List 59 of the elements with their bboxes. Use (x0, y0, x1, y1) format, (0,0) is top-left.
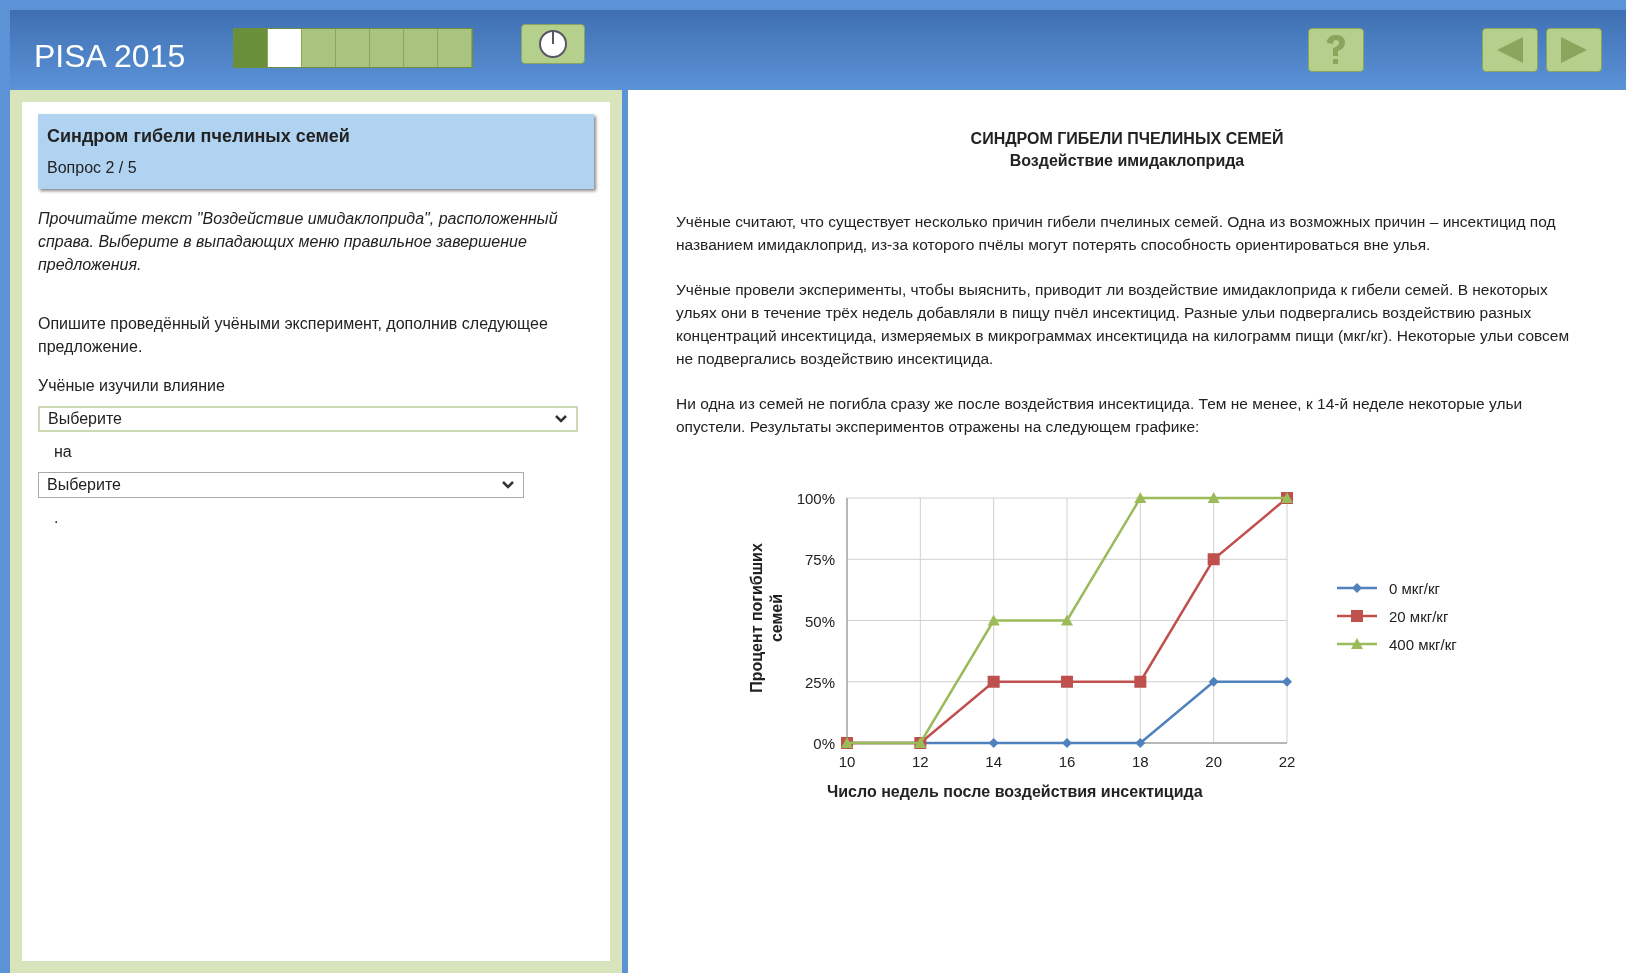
prompt-text: Опишите проведённый учёными эксперимент, дополнив следующее предложение. (38, 314, 549, 357)
legend-label: 0 мкг/кг (1389, 579, 1441, 599)
point (1061, 675, 1073, 688)
app-title: PISA 2015 (34, 37, 186, 76)
point (1135, 738, 1146, 748)
article-paragraph: Ни одна из семей не погибла сразу же после воздействия инсектицида. Тем не менее, к 14-й неделе некоторые ульи опустели. Результаты экспериментов отражены на следующем графике: (676, 394, 1524, 437)
x-axis-title: Число недель после воздействия инсектицида (827, 782, 1203, 802)
y-tick-label: 25% (803, 672, 835, 693)
point (987, 675, 1000, 688)
x-tick-label: 20 (1204, 752, 1223, 772)
question-number: Вопрос 2 / 5 (47, 158, 138, 178)
point (1134, 675, 1147, 688)
point (1207, 553, 1220, 566)
chevron-down-icon (554, 414, 568, 424)
point (987, 614, 1000, 626)
legend-swatch-icon (1337, 610, 1377, 622)
y-axis-title: Процент погибших семей (747, 542, 786, 695)
dropdown[interactable]: Выберите (38, 406, 578, 432)
x-tick-label: 18 (1131, 752, 1150, 772)
x-tick-label: 12 (911, 752, 930, 772)
x-tick-label: 14 (984, 752, 1003, 772)
article-subtitle: Воздействие имидаклоприда (1009, 151, 1245, 171)
y-tick-label: 100% (795, 489, 835, 509)
instruction-text: Прочитайте текст "Воздействие имидаклоприда", расположенный справа. Выберите в выпадающих меню правильное завершение предложения. (38, 209, 559, 275)
chevron-down-icon (501, 480, 515, 490)
progress-step (404, 29, 439, 67)
question-title: Синдром гибели пчелиных семей (47, 125, 351, 148)
progress-step (438, 29, 473, 67)
point (1062, 738, 1072, 748)
point (988, 738, 999, 748)
legend-label: 400 мкг/кг (1389, 635, 1457, 655)
legend-swatch-icon (1337, 638, 1377, 649)
x-tick-label: 16 (1057, 752, 1077, 772)
point (1208, 676, 1219, 687)
sentence-text: Учёные изучили влияние (38, 376, 226, 396)
progress-step (370, 29, 405, 67)
help-button[interactable] (1308, 28, 1364, 72)
next-button[interactable] (1546, 28, 1602, 72)
point (1282, 676, 1292, 687)
x-tick-label: 22 (1277, 752, 1297, 772)
article-title: СИНДРОМ ГИБЕЛИ ПЧЕЛИНЫХ СЕМЕЙ (970, 128, 1284, 149)
dropdown[interactable]: Выберите (38, 472, 524, 498)
point (1207, 492, 1220, 503)
progress-step (302, 29, 337, 67)
legend-swatch-icon (1337, 583, 1377, 593)
progress-step (268, 29, 303, 67)
y-tick-label: 75% (803, 550, 835, 571)
y-tick-label: 0% (812, 734, 835, 754)
back-button[interactable] (1482, 28, 1538, 72)
legend-label: 20 мкг/кг (1389, 607, 1449, 627)
x-tick-label: 10 (837, 752, 857, 772)
sentence-text: . (54, 508, 60, 528)
progress-step (336, 29, 371, 67)
sentence-text: на (54, 442, 73, 462)
point (1134, 492, 1147, 503)
point (1061, 614, 1073, 626)
article-paragraph: Учёные считают, что существует несколько причин гибели пчелиных семей. Одна из возможных причин – инсектицид под названием имидаклоприд, из-за которого пчёлы могут потерять способность ориентироваться вне улья. (676, 212, 1557, 255)
article-paragraph: Учёные провели эксперименты, чтобы выяснить, приводит ли воздействие имидаклоприда к гибели семей. В некоторых ульях они в течение трёх недель добавляли в пищу пчёл инсектицид. Разные ульи подвергались воздействию разных концентраций инсектицида, измеряемых в микрограммах инсектицида на килограмм пищи (мкг/кг). Некоторые ульи совсем не подвергались воздействию инсектицида. (676, 280, 1571, 369)
timer-button[interactable] (521, 24, 586, 64)
